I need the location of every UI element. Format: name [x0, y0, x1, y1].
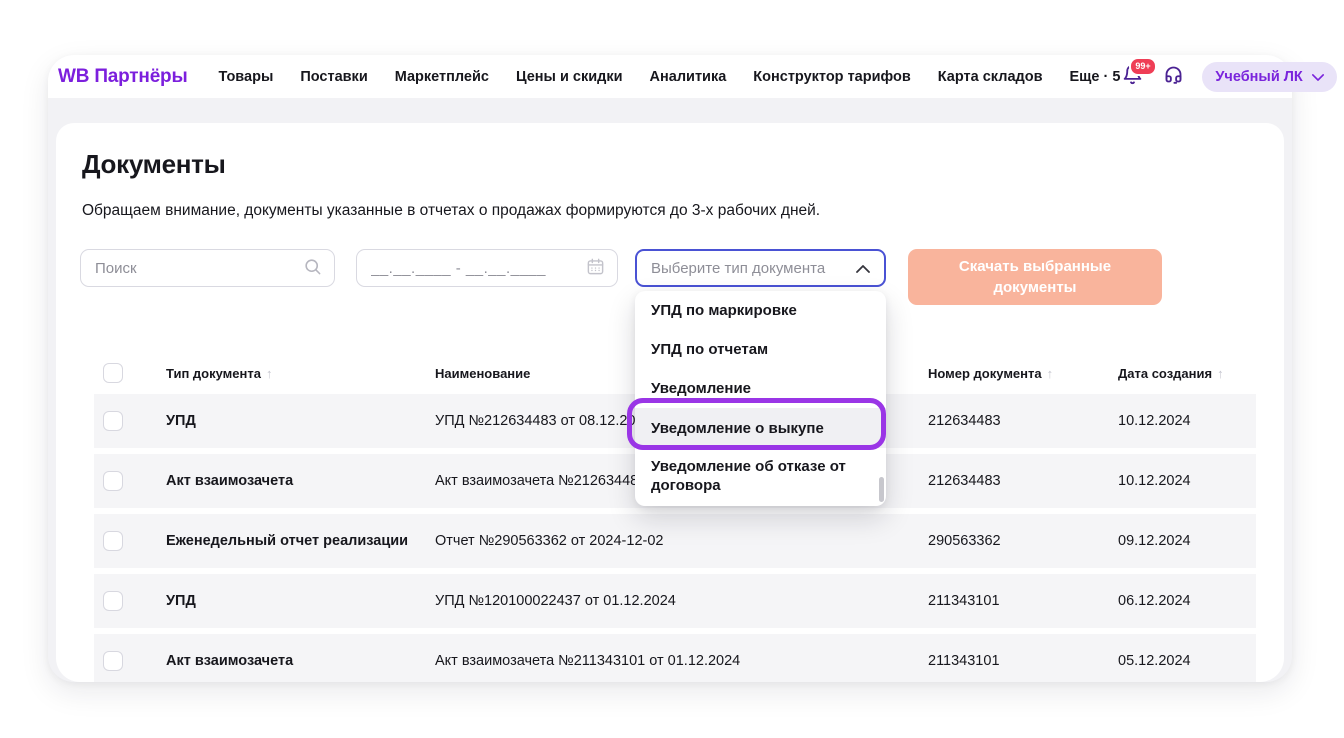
dropdown-option-upd-reports[interactable]: УПД по отчетам [635, 330, 886, 369]
cell-type: Акт взаимозачета [166, 473, 435, 489]
type-select-placeholder: Выберите тип документа [651, 260, 856, 277]
select-all-checkbox[interactable] [103, 363, 123, 383]
sort-asc-icon: ↑ [1047, 366, 1054, 381]
app-window: WB Партнёры Товары Поставки Маркетплейс … [48, 55, 1292, 682]
nav-item-goods[interactable]: Товары [219, 69, 274, 85]
notifications-button[interactable]: 99+ [1120, 65, 1144, 89]
documents-card: Документы Обращаем внимание, документы у… [56, 123, 1284, 682]
search-placeholder: Поиск [95, 260, 303, 277]
table-row[interactable]: Еженедельный отчет реализации Отчет №290… [94, 514, 1256, 568]
cell-name: Акт взаимозачета №211343101 от 01.12.202… [435, 653, 928, 669]
date-range-input[interactable]: __.__.____ - __.__.____ [356, 249, 618, 287]
row-checkbox[interactable] [103, 411, 123, 431]
account-label: Учебный ЛК [1215, 69, 1302, 85]
cell-name: Отчет №290563362 от 2024-12-02 [435, 533, 928, 549]
dropdown-scrollbar[interactable] [879, 477, 884, 502]
nav-item-marketplace[interactable]: Маркетплейс [395, 69, 489, 85]
nav-item-prices[interactable]: Цены и скидки [516, 69, 623, 85]
download-selected-button[interactable]: Скачать выбранные документы [908, 249, 1162, 305]
date-placeholder: __.__.____ - __.__.____ [371, 260, 586, 277]
dropdown-option-contract-refusal[interactable]: Уведомление об отказе от договора [635, 448, 886, 506]
cell-date: 10.12.2024 [1118, 473, 1256, 489]
brand-logo[interactable]: WB Партнёры [58, 66, 188, 88]
headset-icon [1163, 64, 1184, 90]
page-title: Документы [82, 149, 226, 180]
dropdown-option-buyout-notification[interactable]: Уведомление о выкупе [635, 408, 886, 448]
row-checkbox[interactable] [103, 591, 123, 611]
sort-asc-icon: ↑ [266, 366, 273, 381]
cell-date: 10.12.2024 [1118, 413, 1256, 429]
cell-number: 290563362 [928, 533, 1118, 549]
header-number[interactable]: Номер документа ↑ [928, 366, 1118, 381]
header-date[interactable]: Дата создания ↑ [1118, 366, 1256, 381]
nav-item-tariff-builder[interactable]: Конструктор тарифов [753, 69, 910, 85]
account-menu-button[interactable]: Учебный ЛК [1202, 62, 1336, 92]
cell-name: УПД №120100022437 от 01.12.2024 [435, 593, 928, 609]
support-button[interactable] [1161, 65, 1185, 89]
notification-badge: 99+ [1129, 57, 1156, 76]
navbar-right-group: 99+ Учебный ЛК [1120, 62, 1336, 92]
cell-type: УПД [166, 593, 435, 609]
nav-item-supplies[interactable]: Поставки [300, 69, 367, 85]
cell-number: 211343101 [928, 593, 1118, 609]
chevron-down-icon [1312, 69, 1324, 85]
row-checkbox[interactable] [103, 651, 123, 671]
dropdown-option-notification[interactable]: Уведомление [635, 369, 886, 408]
cell-number: 212634483 [928, 413, 1118, 429]
document-type-select[interactable]: Выберите тип документа [635, 249, 886, 287]
cell-date: 09.12.2024 [1118, 533, 1256, 549]
row-checkbox[interactable] [103, 471, 123, 491]
cell-type: Акт взаимозачета [166, 653, 435, 669]
table-row[interactable]: Акт взаимозачета Акт взаимозачета №21134… [94, 634, 1256, 682]
table-row[interactable]: УПД УПД №120100022437 от 01.12.2024 2113… [94, 574, 1256, 628]
cell-type: УПД [166, 413, 435, 429]
cell-date: 05.12.2024 [1118, 653, 1256, 669]
cell-number: 212634483 [928, 473, 1118, 489]
row-checkbox[interactable] [103, 531, 123, 551]
main-nav: Товары Поставки Маркетплейс Цены и скидк… [219, 69, 1121, 85]
nav-item-warehouse-map[interactable]: Карта складов [938, 69, 1043, 85]
cell-type: Еженедельный отчет реализации [166, 533, 435, 549]
nav-item-analytics[interactable]: Аналитика [650, 69, 727, 85]
cell-date: 06.12.2024 [1118, 593, 1256, 609]
top-navbar: WB Партнёры Товары Поставки Маркетплейс … [48, 55, 1292, 98]
search-icon [303, 257, 322, 280]
header-type[interactable]: Тип документа ↑ [166, 366, 435, 381]
sort-asc-icon: ↑ [1217, 366, 1224, 381]
dropdown-option-upd-marking[interactable]: УПД по маркировке [635, 291, 886, 330]
search-input[interactable]: Поиск [80, 249, 335, 287]
notice-text: Обращаем внимание, документы указанные в… [82, 202, 820, 220]
cell-number: 211343101 [928, 653, 1118, 669]
chevron-up-icon [856, 260, 870, 277]
nav-item-more[interactable]: Еще · 5 [1069, 69, 1120, 85]
calendar-icon [586, 257, 605, 280]
document-type-dropdown: УПД по маркировке УПД по отчетам Уведомл… [635, 291, 886, 506]
